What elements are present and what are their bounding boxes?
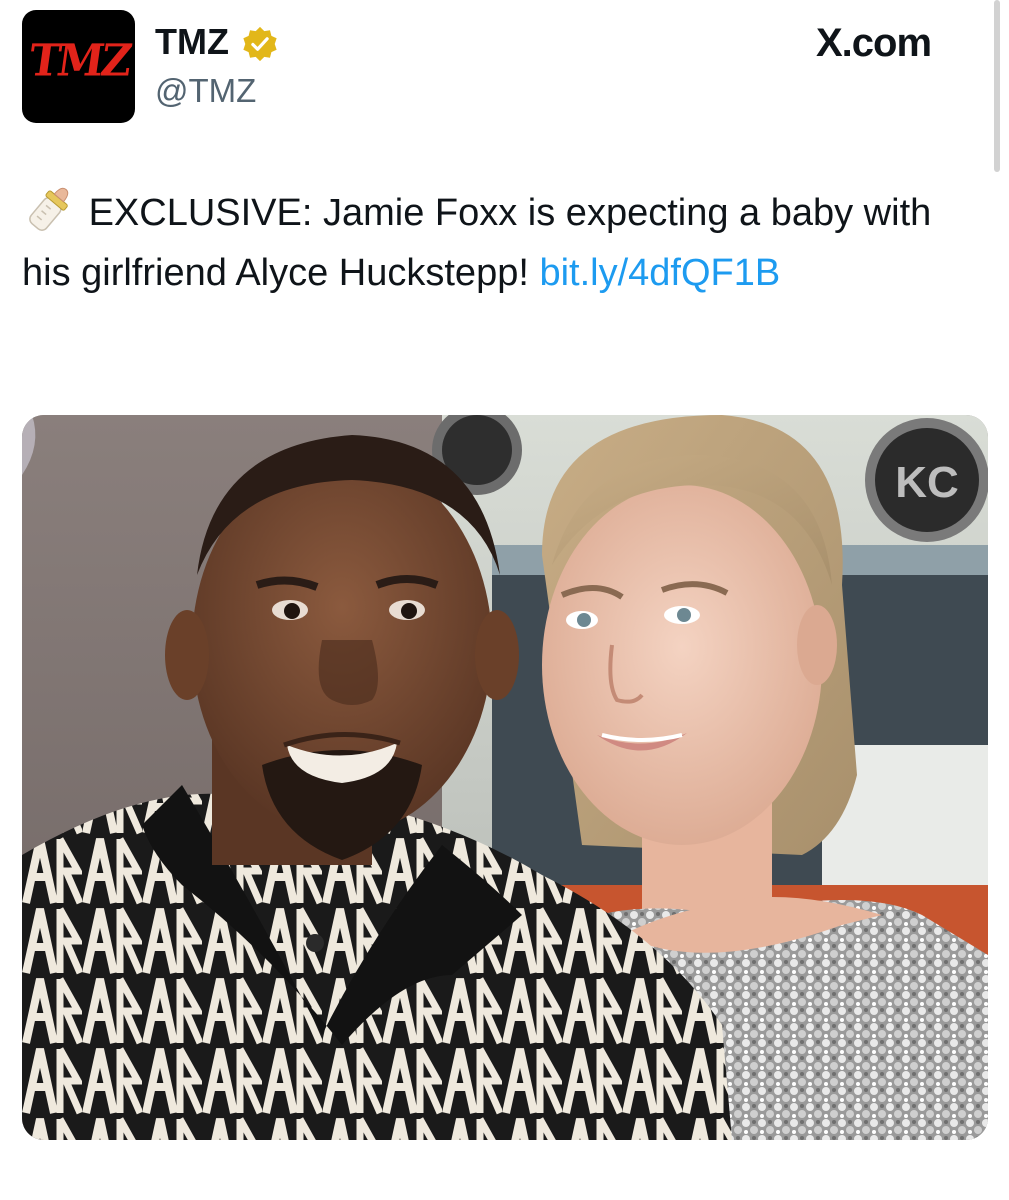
photo-illustration: KC xyxy=(22,415,988,1140)
tweet-body: EXCLUSIVE: Jamie Foxx is expecting a bab… xyxy=(22,192,932,294)
svg-text:KC: KC xyxy=(895,458,959,507)
baby-bottle-icon xyxy=(29,187,69,231)
tmz-logo: TMZ xyxy=(25,34,133,87)
tweet-photo[interactable]: KC xyxy=(22,415,988,1140)
avatar[interactable]: TMZ xyxy=(22,10,135,123)
author-handle[interactable]: @TMZ xyxy=(155,70,256,112)
author-name[interactable]: TMZ xyxy=(155,20,229,64)
photo-lamp-right: KC xyxy=(865,418,988,542)
site-label[interactable]: X.com xyxy=(816,18,932,68)
tweet-link[interactable]: bit.ly/​4dfQF1B xyxy=(539,252,780,294)
tweet-text: EXCLUSIVE: Jamie Foxx is expecting a bab… xyxy=(22,183,982,303)
scrollbar[interactable] xyxy=(994,0,1000,172)
verified-badge-icon xyxy=(243,26,277,62)
